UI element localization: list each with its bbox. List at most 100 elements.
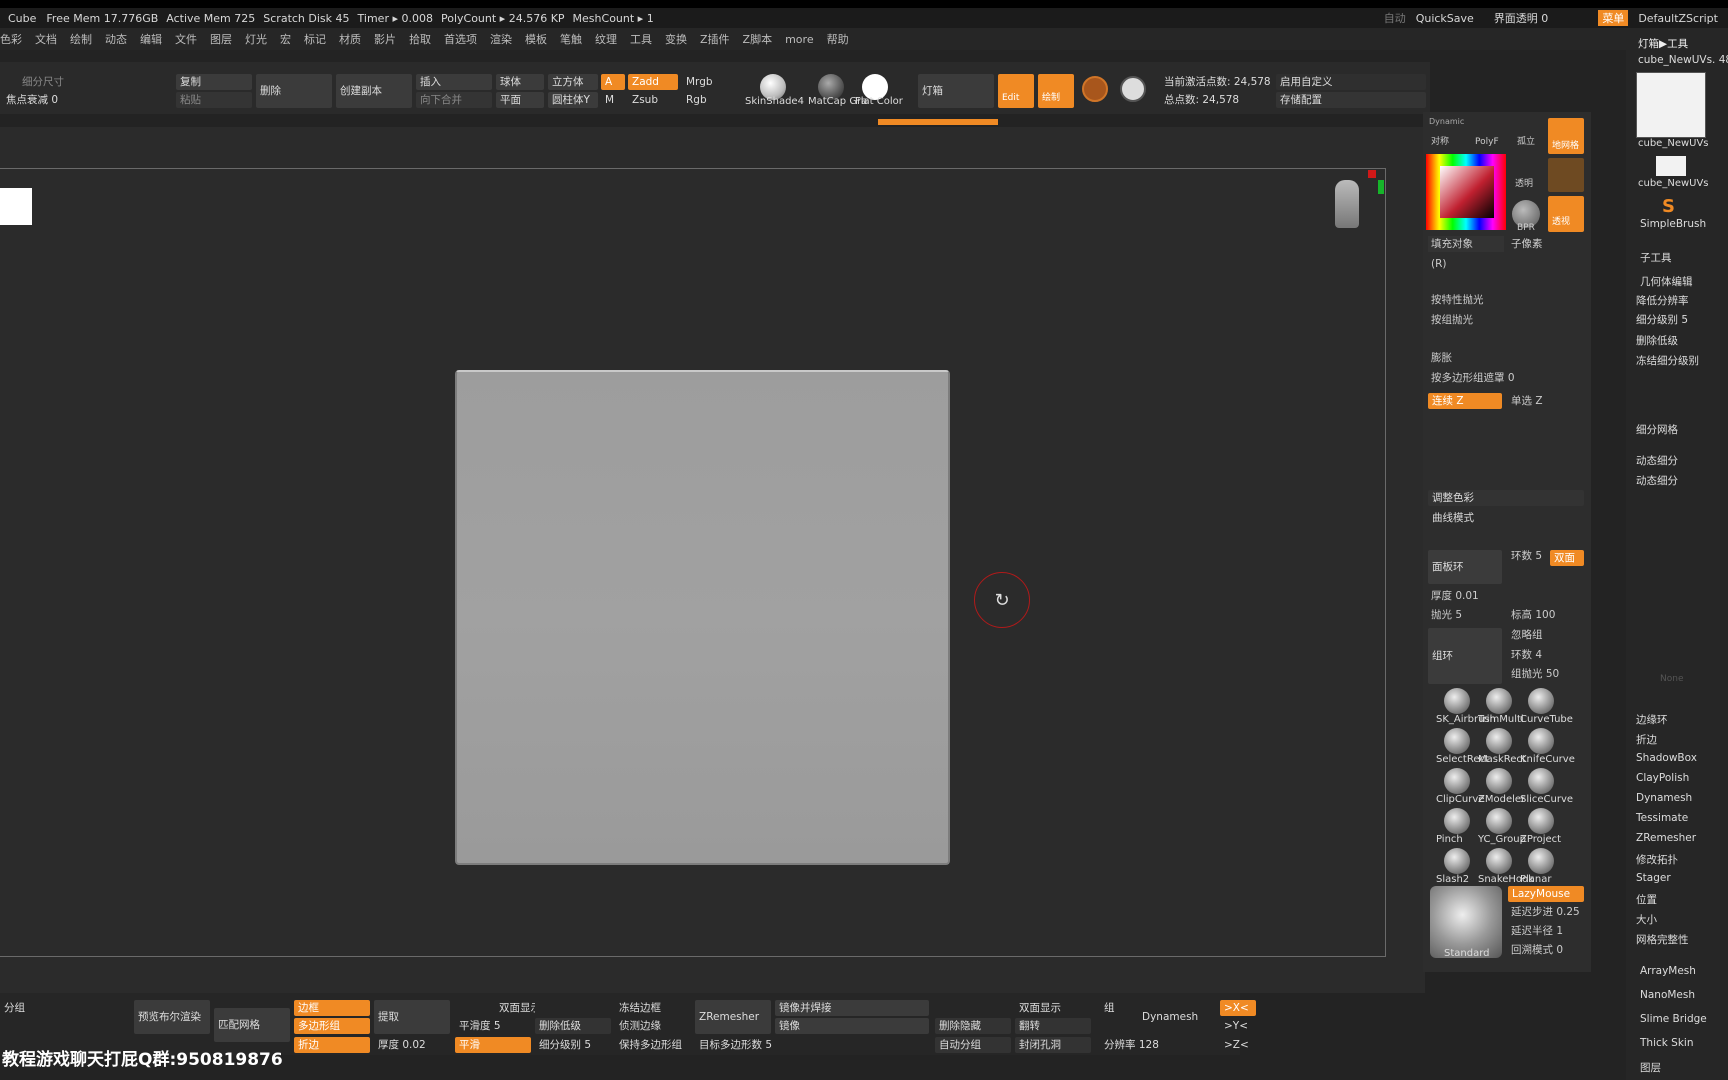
menu-item[interactable]: 宏 xyxy=(280,31,291,47)
target-poly-slider[interactable]: 目标多边形数 5 xyxy=(695,1037,849,1053)
subdiv-level-bottom[interactable]: 细分级别 5 xyxy=(535,1037,611,1053)
del-hidden-button[interactable]: 删除隐藏 xyxy=(935,1018,1011,1034)
slime-bridge-header[interactable]: Slime Bridge xyxy=(1640,1013,1707,1029)
copy-button[interactable]: 复制 xyxy=(176,74,252,90)
brush-icon[interactable] xyxy=(1528,848,1554,874)
double-button[interactable]: 双面 xyxy=(1550,550,1584,566)
auto-group-button[interactable]: 自动分组 xyxy=(935,1037,1011,1053)
mirror-weld-button[interactable]: 镜像并焊接 xyxy=(775,1000,929,1016)
perspective-button[interactable]: 透视 xyxy=(1548,196,1584,232)
inflate-slider[interactable]: 膨胀 xyxy=(1428,350,1584,366)
tool-submenu[interactable]: Dynamesh xyxy=(1636,792,1692,808)
thickness-slider[interactable]: 厚度 0.01 xyxy=(1428,588,1584,604)
loops4-slider[interactable]: 环数 4 xyxy=(1508,647,1584,663)
zadd-button[interactable]: Zadd xyxy=(628,74,678,90)
arraymesh-header[interactable]: ArrayMesh xyxy=(1640,965,1696,981)
loops-slider[interactable]: 环数 5 xyxy=(1508,548,1548,564)
cube-button[interactable]: 立方体 xyxy=(548,74,598,90)
connect-z-button[interactable]: 连续 Z xyxy=(1428,393,1502,409)
subpixel-slider[interactable]: 子像素 xyxy=(1508,236,1548,252)
double-display-2[interactable]: 双面显示 xyxy=(1015,1000,1091,1016)
bpr-button[interactable]: BPR xyxy=(1514,220,1535,236)
symmetry-button[interactable]: 对称 xyxy=(1428,134,1449,150)
default-zscript[interactable]: DefaultZScript xyxy=(1638,12,1718,25)
lazymouse-button[interactable]: LazyMouse xyxy=(1508,886,1584,902)
menu-item[interactable]: 编辑 xyxy=(140,31,162,47)
dynamesh-button[interactable]: Dynamesh xyxy=(1138,1000,1214,1034)
brush-icon[interactable] xyxy=(1486,768,1512,794)
zsub-button[interactable]: Zsub xyxy=(628,92,678,108)
menu-item[interactable]: 工具 xyxy=(630,31,652,47)
menu-item[interactable]: 变换 xyxy=(665,31,687,47)
tool-submenu[interactable]: ShadowBox xyxy=(1636,752,1697,768)
brush-icon[interactable] xyxy=(1486,848,1512,874)
preview-boolean-button[interactable]: 预览布尔渲染 xyxy=(134,1000,210,1034)
brush-icon[interactable] xyxy=(1528,808,1554,834)
menu-item[interactable]: 图层 xyxy=(210,31,232,47)
del-lower-button[interactable]: 删除低级 xyxy=(1636,333,1678,349)
edit-button[interactable]: Edit xyxy=(998,74,1034,108)
brush-icon[interactable] xyxy=(1486,688,1512,714)
menu-item[interactable]: 文件 xyxy=(175,31,197,47)
brush-icon[interactable] xyxy=(1528,688,1554,714)
tool-submenu[interactable]: 位置 xyxy=(1636,892,1657,908)
paste-button[interactable]: 粘贴 xyxy=(176,92,252,108)
subdiv-level-slider[interactable]: 细分级别 5 xyxy=(1636,312,1688,328)
group-loop-button[interactable]: 组环 xyxy=(1428,628,1502,684)
quicksave-button[interactable]: QuickSave xyxy=(1416,12,1474,25)
mirror-button[interactable]: 镜像 xyxy=(775,1018,929,1034)
keep-groups[interactable]: 保持多边形组 xyxy=(615,1037,691,1053)
close-holes-button[interactable]: 封闭孔洞 xyxy=(1015,1037,1091,1053)
material-sphere-icon[interactable] xyxy=(1548,158,1584,192)
enable-custom[interactable]: 启用自定义 xyxy=(1276,74,1426,90)
subdivide-button[interactable]: 细分网格 xyxy=(1636,422,1678,438)
double-display[interactable]: 双面显示 xyxy=(495,1000,535,1016)
polygroup-button[interactable]: 多边形组 xyxy=(294,1018,370,1034)
edge-button[interactable]: 边框 xyxy=(294,1000,370,1016)
solo-button[interactable]: 孤立 xyxy=(1514,134,1535,150)
menu-item[interactable]: 帮助 xyxy=(827,31,849,47)
save-config[interactable]: 存储配置 xyxy=(1276,92,1426,108)
freeze-border[interactable]: 冻结边框 xyxy=(615,1000,691,1016)
thickness-slider-bottom[interactable]: 厚度 0.02 xyxy=(374,1037,450,1053)
create-copy-button[interactable]: 创建副本 xyxy=(336,74,412,108)
focal-shift-slider[interactable]: 焦点衰减 0 xyxy=(2,92,102,108)
smooth-button[interactable]: 平滑 xyxy=(455,1037,531,1053)
layers-header[interactable]: 图层 xyxy=(1640,1060,1661,1076)
curve-mode-button[interactable]: 曲线模式 xyxy=(1428,510,1502,526)
insert-button[interactable]: 插入 xyxy=(416,74,492,90)
brush-icon[interactable] xyxy=(1444,808,1470,834)
y-axis-button[interactable]: >Y< xyxy=(1220,1018,1256,1034)
brush-icon[interactable] xyxy=(1444,768,1470,794)
mrgb-button[interactable]: Mrgb xyxy=(682,74,728,90)
brush-icon[interactable] xyxy=(1486,808,1512,834)
scale-icon[interactable] xyxy=(1120,76,1146,102)
rgb-button[interactable]: Rgb xyxy=(682,92,728,108)
brush-icon[interactable] xyxy=(1444,848,1470,874)
menu-item[interactable]: 动态 xyxy=(105,31,127,47)
menu-item[interactable]: 拾取 xyxy=(409,31,431,47)
fill-object-button[interactable]: 填充对象 xyxy=(1428,236,1504,252)
nanomesh-header[interactable]: NanoMesh xyxy=(1640,989,1695,1005)
polygroup-mask-slider[interactable]: 按多边形组遮罩 0 xyxy=(1428,370,1584,386)
lower-res-button[interactable]: 降低分辨率 xyxy=(1636,293,1689,309)
grid-button[interactable]: 地网格 xyxy=(1548,118,1584,154)
orientation-head-icon[interactable] xyxy=(1335,180,1359,228)
delete-button[interactable]: 删除 xyxy=(256,74,332,108)
smooth-slider[interactable]: 平滑度 5 xyxy=(455,1018,531,1034)
menu-item[interactable]: 渲染 xyxy=(490,31,512,47)
simplebrush-icon[interactable]: S xyxy=(1662,196,1675,217)
merge-down-button[interactable]: 向下合并 xyxy=(416,92,492,108)
menu-item[interactable]: 首选项 xyxy=(444,31,477,47)
lazyradius-slider[interactable]: 延迟半径 1 xyxy=(1508,923,1584,939)
move-icon[interactable] xyxy=(1082,76,1108,102)
z-axis-button[interactable]: >Z< xyxy=(1220,1037,1256,1053)
group-label[interactable]: 组 xyxy=(1100,1000,1130,1016)
a-button[interactable]: A xyxy=(601,74,625,90)
polish-slider[interactable]: 抛光 5 xyxy=(1428,607,1502,623)
subdiv-size-slider[interactable]: 细分尺寸 xyxy=(18,74,98,90)
dynamic-subdiv-header[interactable]: 动态细分 xyxy=(1636,453,1678,469)
zremesher-button[interactable]: ZRemesher xyxy=(695,1000,771,1034)
polish-by-feature[interactable]: 按特性抛光 xyxy=(1428,292,1584,308)
x-axis-button[interactable]: >X< xyxy=(1220,1000,1256,1016)
